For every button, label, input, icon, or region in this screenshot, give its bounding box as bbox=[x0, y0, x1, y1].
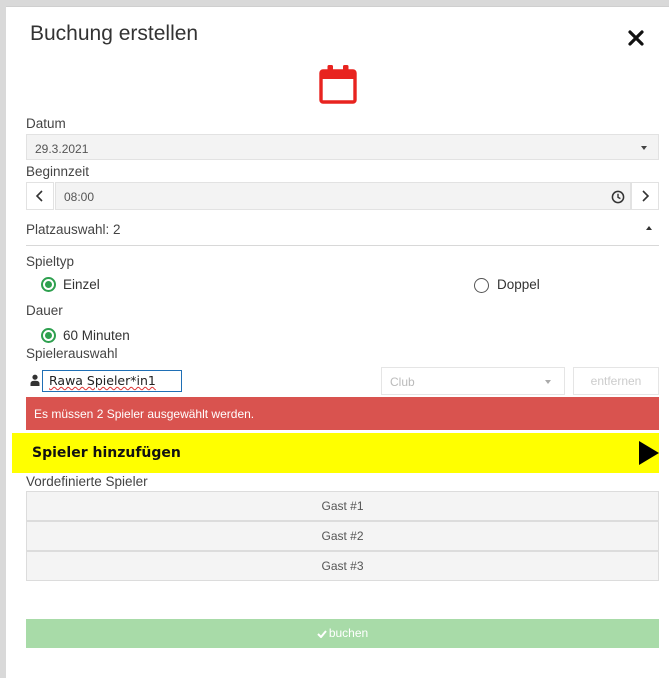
date-label: Datum bbox=[26, 116, 66, 131]
start-time-value: 08:00 bbox=[64, 190, 95, 204]
date-select[interactable]: 29.3.2021 bbox=[26, 134, 659, 160]
game-type-label: Spieltyp bbox=[26, 254, 75, 269]
radio-einzel-label[interactable]: Einzel bbox=[63, 277, 100, 292]
play-arrow-icon bbox=[639, 441, 659, 465]
chevron-right-icon bbox=[642, 190, 650, 202]
clock-icon[interactable] bbox=[611, 190, 625, 204]
court-selection-label[interactable]: Platzauswahl: 2 bbox=[26, 222, 121, 237]
next-time-button[interactable] bbox=[631, 182, 659, 210]
radio-doppel-label[interactable]: Doppel bbox=[497, 277, 540, 292]
club-select[interactable]: Club bbox=[381, 367, 565, 395]
guest-3-button[interactable]: Gast #3 bbox=[26, 551, 659, 581]
date-value: 29.3.2021 bbox=[35, 142, 89, 156]
error-message: Es müssen 2 Spieler ausgewählt werden. bbox=[34, 407, 255, 421]
check-icon bbox=[317, 630, 327, 639]
chevron-down-icon bbox=[545, 380, 551, 384]
chevron-down-icon bbox=[641, 146, 647, 150]
user-icon bbox=[30, 374, 40, 386]
start-time-input[interactable]: 08:00 bbox=[55, 182, 631, 210]
radio-einzel[interactable] bbox=[41, 277, 56, 292]
radio-doppel[interactable] bbox=[474, 278, 489, 293]
player-selection-label: Spielerauswahl bbox=[26, 346, 118, 361]
remove-player-button[interactable]: entfernen bbox=[573, 367, 659, 395]
player-name-value: Rawa Spieler*in1 bbox=[49, 373, 156, 388]
divider bbox=[26, 245, 659, 246]
chevron-up-icon[interactable] bbox=[646, 226, 652, 230]
dialog-title: Buchung erstellen bbox=[30, 22, 199, 45]
radio-60-minutes-label[interactable]: 60 Minuten bbox=[63, 328, 130, 343]
add-player-button[interactable]: Spieler hinzufügen bbox=[12, 433, 659, 473]
start-time-label: Beginnzeit bbox=[26, 164, 90, 179]
guest-1-button[interactable]: Gast #1 bbox=[26, 491, 659, 521]
book-button-label: buchen bbox=[328, 626, 369, 640]
predefined-players-label: Vordefinierte Spieler bbox=[26, 474, 148, 489]
duration-label: Dauer bbox=[26, 303, 63, 318]
guest-2-button[interactable]: Gast #2 bbox=[26, 521, 659, 551]
add-player-label: Spieler hinzufügen bbox=[32, 445, 181, 461]
radio-60-minutes[interactable] bbox=[41, 328, 56, 343]
book-button[interactable]: buchen bbox=[26, 619, 659, 648]
close-icon[interactable] bbox=[626, 28, 646, 48]
calendar-icon bbox=[319, 65, 357, 104]
prev-time-button[interactable] bbox=[26, 182, 54, 210]
error-alert: Es müssen 2 Spieler ausgewählt werden. bbox=[26, 397, 659, 430]
chevron-left-icon bbox=[35, 190, 43, 202]
player-name-input[interactable]: Rawa Spieler*in1 bbox=[42, 370, 182, 392]
club-placeholder: Club bbox=[390, 375, 415, 389]
